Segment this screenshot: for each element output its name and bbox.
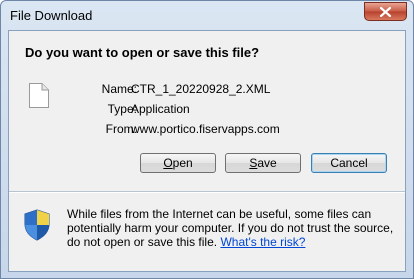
dialog-body: Do you want to open or save this file? N… <box>8 30 406 272</box>
open-hotkey: O <box>163 156 173 170</box>
download-info-panel: Do you want to open or save this file? N… <box>9 31 405 189</box>
open-label-rest: pen <box>172 156 193 170</box>
name-label: Name: <box>101 82 137 96</box>
close-icon <box>380 6 391 17</box>
divider-highlight <box>9 192 405 193</box>
from-label: From: <box>105 122 137 136</box>
open-button[interactable]: Open <box>140 153 216 173</box>
cancel-label: Cancel <box>330 156 368 170</box>
file-source-value: www.portico.fiservapps.com <box>131 122 280 136</box>
title-bar[interactable]: File Download <box>1 1 413 29</box>
close-button[interactable] <box>364 2 407 21</box>
save-label-rest: ave <box>257 156 277 170</box>
security-warning: While files from the Internet can be use… <box>67 207 397 249</box>
whats-the-risk-link[interactable]: What's the risk? <box>220 235 305 249</box>
save-hotkey: S <box>249 156 258 170</box>
shield-icon <box>23 209 51 244</box>
file-info-values: CTR_1_20220928_2.XML Application www.por… <box>131 82 280 142</box>
file-download-window: File Download Do you want to open or sav… <box>0 0 414 279</box>
save-button[interactable]: Save <box>225 153 301 173</box>
dialog-question: Do you want to open or save this file? <box>25 45 260 60</box>
window-title: File Download <box>10 8 93 23</box>
file-name-value: CTR_1_20220928_2.XML <box>131 82 271 96</box>
generic-file-icon <box>29 83 49 111</box>
file-info-labels: Name: Type: From: <box>69 82 137 142</box>
file-type-value: Application <box>131 102 190 116</box>
type-label: Type: <box>107 102 137 116</box>
cancel-button[interactable]: Cancel <box>311 153 387 173</box>
